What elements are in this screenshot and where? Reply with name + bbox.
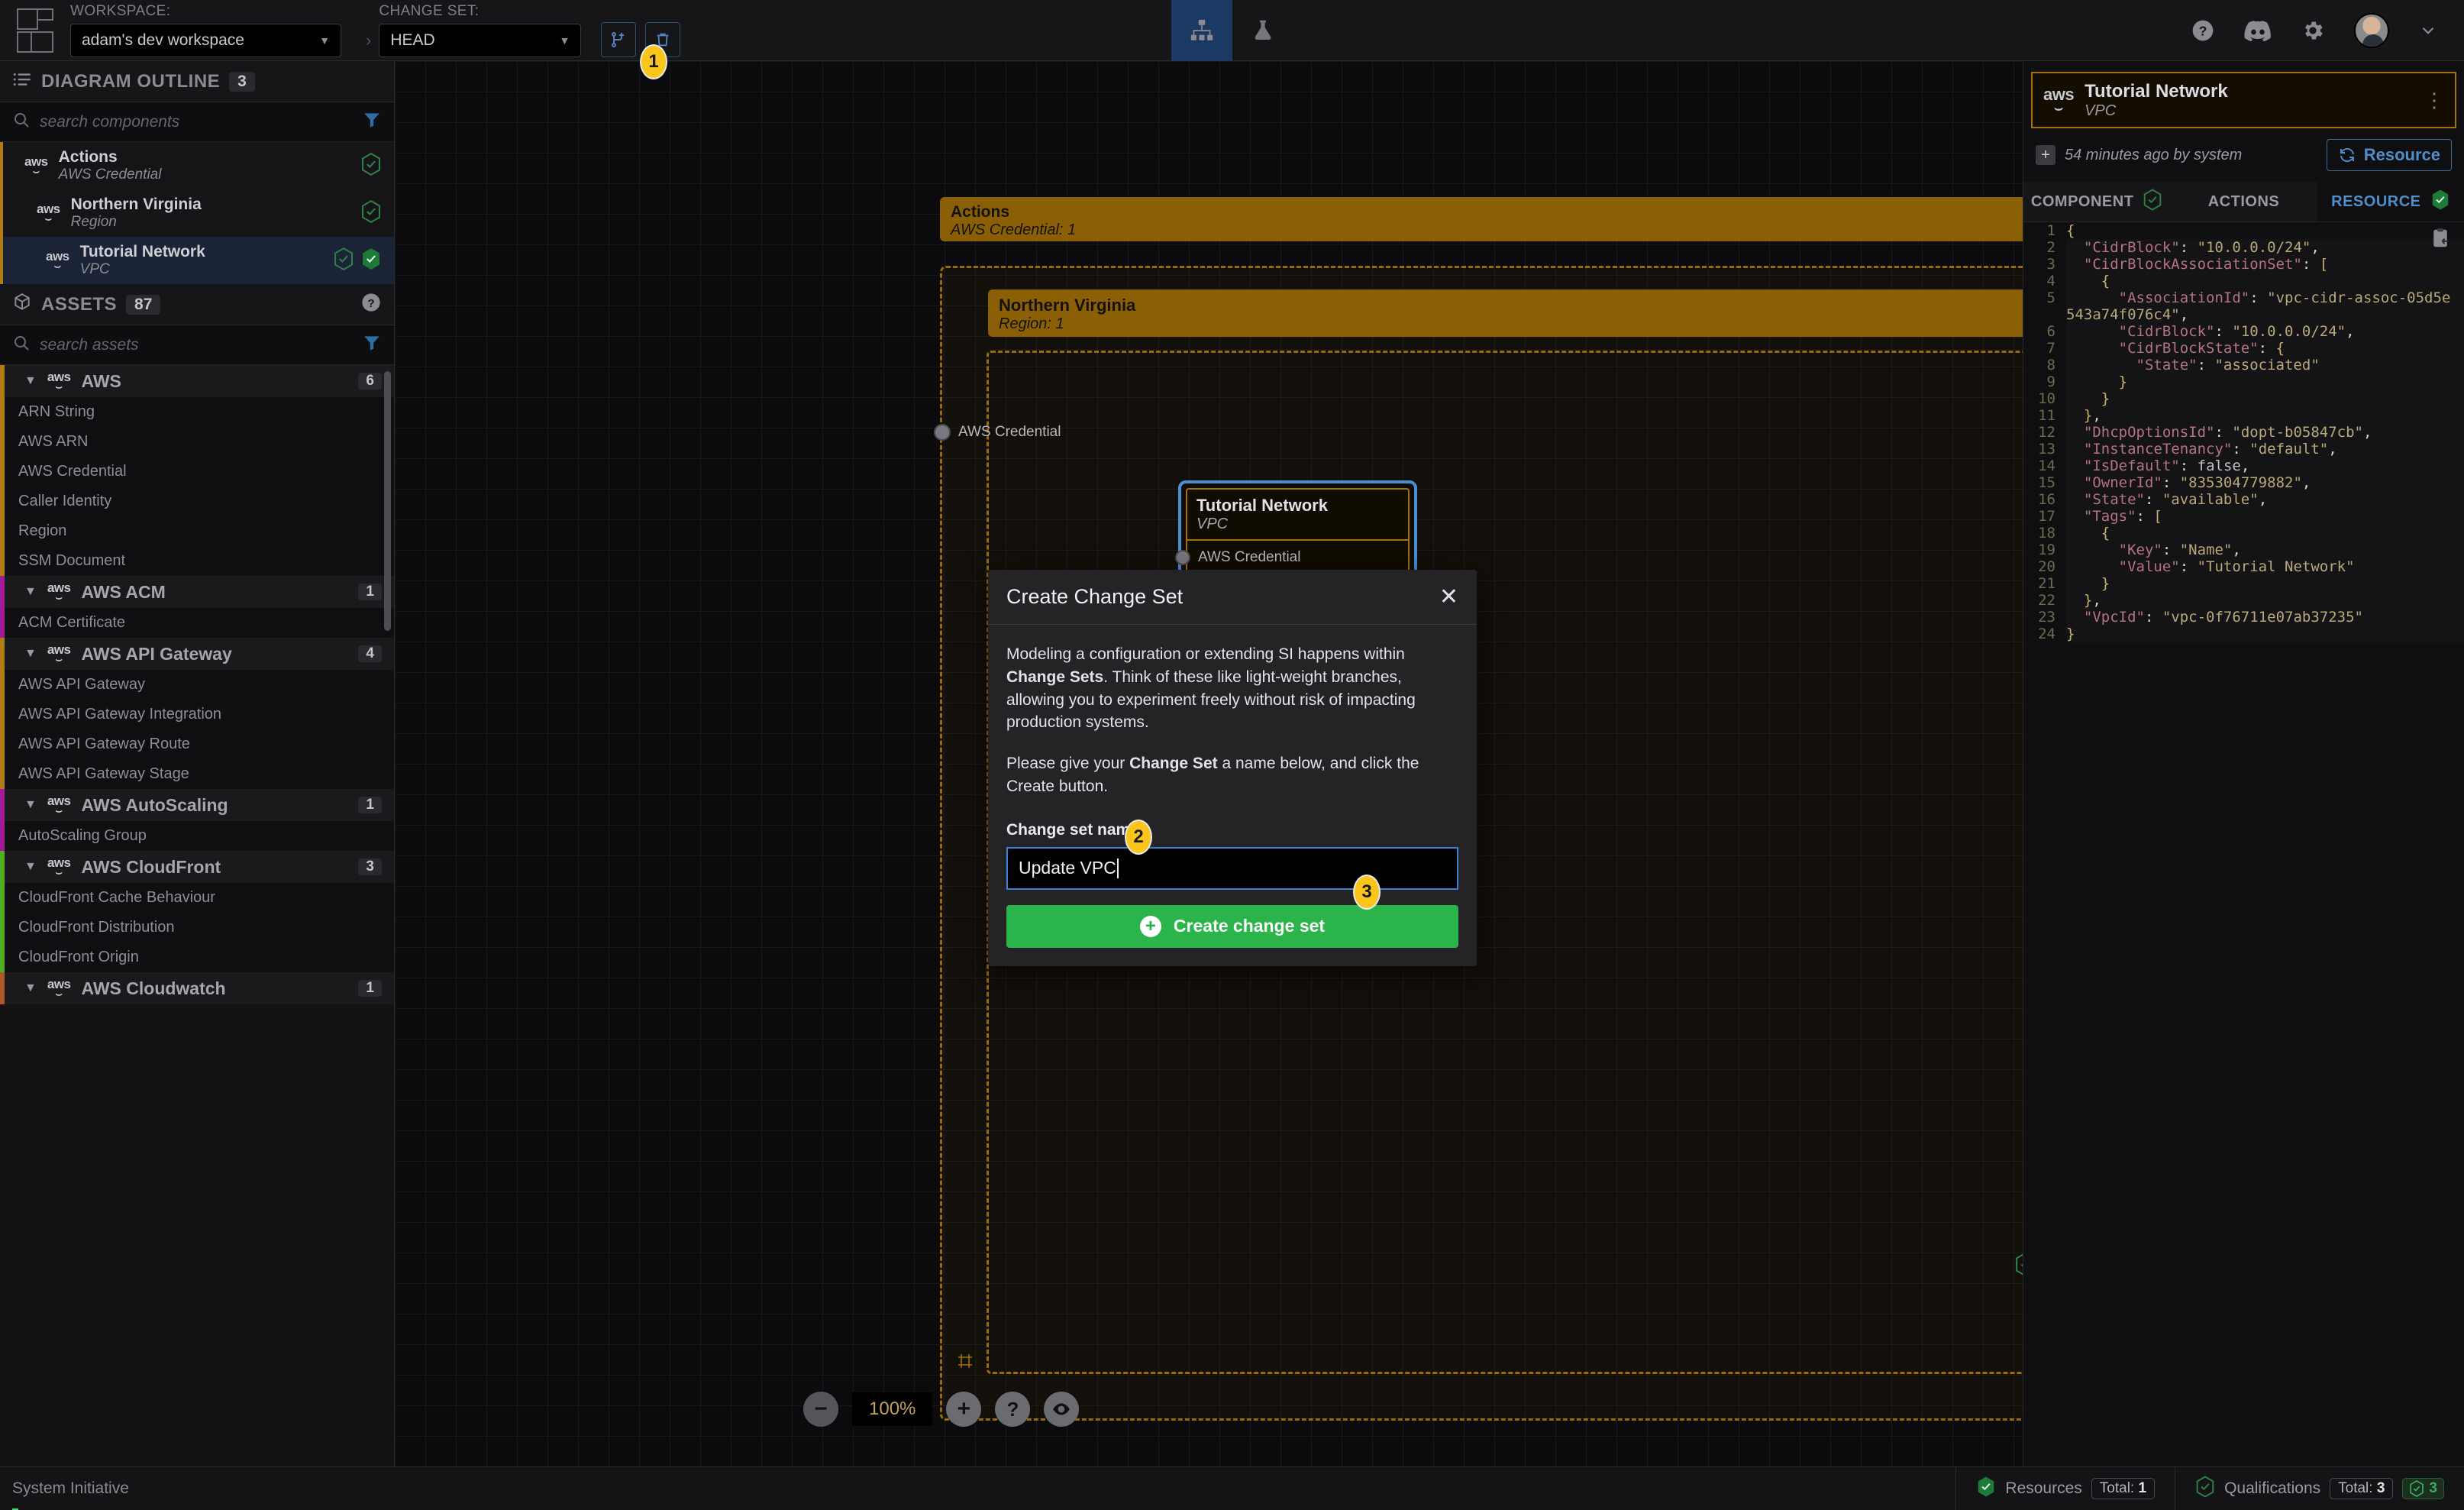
callout-badge-2: 2 [1125, 820, 1152, 855]
create-change-set-label: Create change set [1173, 916, 1326, 936]
modal-paragraph-1: Modeling a configuration or extending SI… [1006, 645, 1416, 732]
callout-badge-3: 3 [1353, 875, 1381, 910]
modal-paragraph-2: Please give your Change Set a name below… [1006, 755, 1419, 796]
modal-body: Modeling a configuration or extending SI… [988, 625, 1477, 966]
callout-badge-1: 1 [640, 44, 667, 79]
change-set-name-label: Change set name* [1006, 820, 1146, 839]
modal-title: Create Change Set [1006, 585, 1184, 608]
change-set-name-input[interactable]: Update VPC [1006, 846, 1458, 890]
text-caret [1116, 858, 1119, 878]
modal-overlay: Create Change Set ✕ Modeling a configura… [0, 0, 2464, 1510]
close-icon[interactable]: ✕ [1439, 585, 1458, 609]
create-change-set-button[interactable]: + Create change set [1006, 904, 1458, 948]
application-root: WORKSPACE: adam's dev workspace ▼ › CHAN… [0, 0, 2464, 1510]
create-change-set-modal: Create Change Set ✕ Modeling a configura… [988, 570, 1477, 966]
plus-icon: + [1139, 915, 1161, 937]
change-set-name-value: Update VPC [1019, 858, 1116, 878]
modal-header: Create Change Set ✕ [988, 570, 1477, 625]
